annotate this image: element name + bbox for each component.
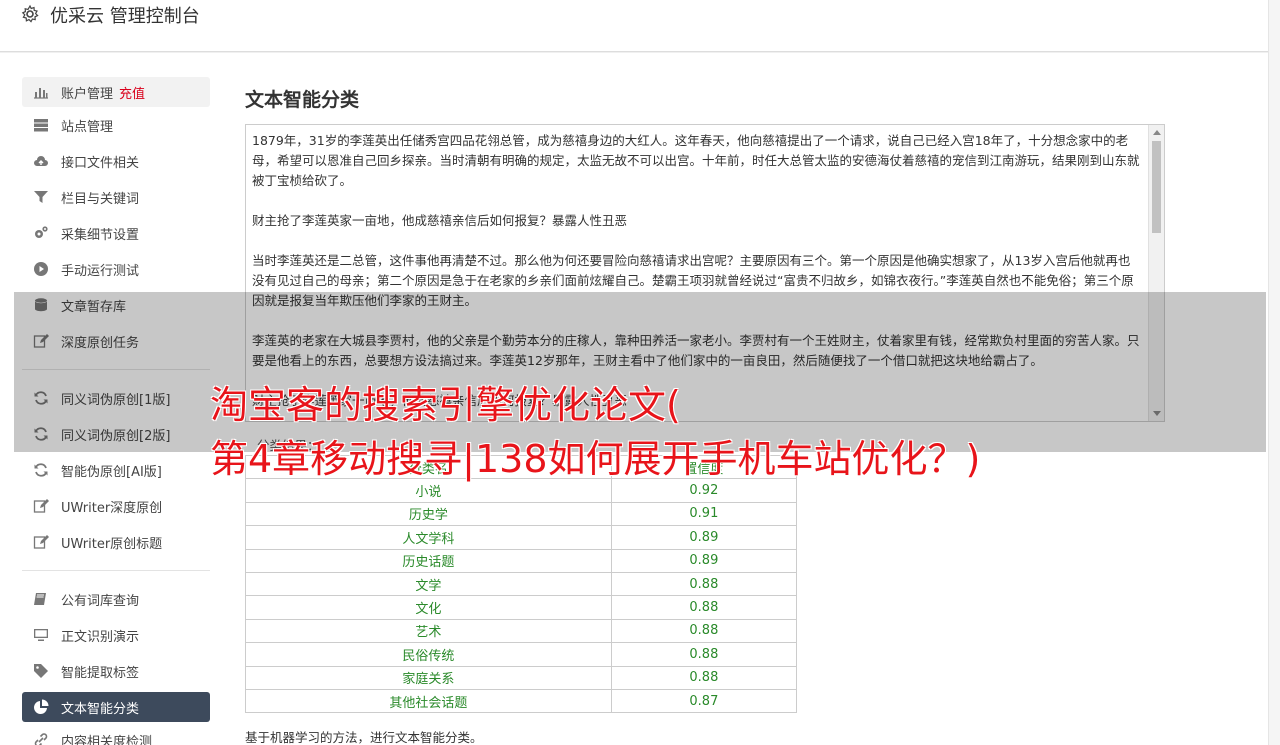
sidebar-item-label: 手动运行测试 — [61, 263, 140, 279]
sidebar-item-label: 正文识别演示 — [61, 629, 140, 645]
sidebar-item-label: 账户管理 — [61, 86, 114, 102]
play-circle-icon — [32, 261, 50, 277]
sidebar-item-label: 智能伪原创[AI版] — [61, 464, 162, 480]
scroll-thumb[interactable] — [1152, 141, 1161, 233]
confidence-cell: 0.88 — [610, 642, 798, 667]
monitor-icon — [32, 627, 50, 643]
pie-chart-icon — [32, 699, 50, 715]
table-row: 文学 0.88 — [245, 571, 798, 597]
footnote-text: 基于机器学习的方法，进行文本智能分类。 — [245, 730, 483, 745]
sidebar-item-g1-2[interactable]: 接口文件相关 — [22, 143, 210, 179]
cloud-upload-icon — [32, 153, 50, 169]
sidebar-item-g3-2[interactable]: 智能提取标签 — [22, 653, 210, 689]
main-panel: 文本智能分类 1879年，31岁的李莲英出任储秀宫四品花翎总管，成为慈禧身边的大… — [245, 85, 1165, 745]
sidebar-item-label: 内容相关度检测 — [61, 734, 153, 745]
link-icon — [32, 732, 50, 745]
sidebar-item-label: UWriter原创标题 — [61, 536, 163, 552]
table-row: 人文学科 0.89 — [245, 525, 798, 550]
confidence-cell: 0.89 — [610, 548, 798, 573]
sidebar-divider — [22, 570, 210, 571]
sidebar-item-label: 站点管理 — [61, 119, 114, 135]
confidence-cell: 0.88 — [610, 571, 798, 597]
book-icon — [32, 591, 50, 607]
sidebar-item-label: 智能提取标签 — [61, 665, 140, 681]
category-cell: 人文学科 — [245, 525, 612, 550]
gears-icon — [32, 225, 50, 241]
text-paragraph: 1879年，31岁的李莲英出任储秀宫四品花翎总管，成为慈禧身边的大红人。这年春天… — [252, 133, 1140, 188]
sidebar-item-label: 采集细节设置 — [61, 227, 140, 243]
top-header: 优采云 管理控制台 — [0, 0, 1268, 52]
overlay-line-2: 第4章移动搜寻|138如何展开手机车站优化？) — [210, 437, 981, 481]
sidebar-item-g1-4[interactable]: 采集细节设置 — [22, 215, 210, 251]
category-cell: 民俗传统 — [245, 642, 612, 667]
table-row: 文化 0.88 — [245, 595, 798, 620]
gear-icon[interactable] — [20, 4, 40, 24]
page-scrollbar[interactable] — [1268, 0, 1280, 745]
table-row: 其他社会话题 0.87 — [245, 688, 798, 714]
confidence-cell: 0.89 — [610, 525, 798, 550]
app-title: 优采云 管理控制台 — [50, 6, 200, 27]
table-row: 历史话题 0.89 — [245, 548, 798, 573]
category-cell: 历史学 — [245, 501, 612, 527]
sidebar-item-g1-0[interactable]: 账户管理 充值 — [22, 77, 210, 107]
category-cell: 历史话题 — [245, 548, 612, 573]
sidebar-item-label: 栏目与关键词 — [61, 191, 140, 207]
edit-icon — [32, 534, 50, 550]
recharge-link[interactable]: 充值 — [119, 83, 145, 102]
table-row: 家庭关系 0.88 — [245, 665, 798, 690]
category-cell: 家庭关系 — [245, 665, 612, 690]
table-row: 民俗传统 0.88 — [245, 642, 798, 667]
tag-icon — [32, 663, 50, 679]
sidebar-item-g1-3[interactable]: 栏目与关键词 — [22, 179, 210, 215]
sidebar-item-g1-1[interactable]: 站点管理 — [22, 107, 210, 143]
sidebar-item-label: 文本智能分类 — [61, 701, 140, 717]
bar-chart-icon — [32, 84, 50, 100]
table-row: 艺术 0.88 — [245, 618, 798, 644]
category-cell: 文化 — [245, 595, 612, 620]
server-icon — [32, 117, 50, 133]
category-cell: 其他社会话题 — [245, 688, 612, 714]
filter-icon — [32, 189, 50, 205]
overlay-headline: 淘宝客的搜索引擎优化论文( 第4章移动搜寻|138如何展开手机车站优化？) — [210, 378, 1110, 486]
sidebar-item-label: 公有词库查询 — [61, 593, 140, 609]
scroll-up-arrow-icon[interactable] — [1153, 130, 1161, 135]
sidebar-item-label: UWriter深度原创 — [61, 500, 163, 516]
sidebar-item-g3-0[interactable]: 公有词库查询 — [22, 581, 210, 617]
page-title: 文本智能分类 — [245, 89, 360, 111]
confidence-cell: 0.87 — [610, 688, 798, 714]
sidebar-item-g2-2[interactable]: 智能伪原创[AI版] — [22, 452, 210, 488]
sidebar-item-g3-4[interactable]: 内容相关度检测 — [22, 722, 210, 745]
sidebar-item-g2-4[interactable]: UWriter原创标题 — [22, 524, 210, 560]
edit-icon — [32, 498, 50, 514]
confidence-cell: 0.88 — [610, 595, 798, 620]
sidebar-item-label: 接口文件相关 — [61, 155, 140, 171]
refresh-icon — [32, 462, 50, 478]
confidence-cell: 0.88 — [610, 618, 798, 644]
text-paragraph: 财主抢了李莲英家一亩地，他成慈禧亲信后如何报复？暴露人性丑恶 — [252, 213, 628, 228]
confidence-cell: 0.88 — [610, 665, 798, 690]
sidebar-item-g3-3[interactable]: 文本智能分类 — [22, 692, 210, 722]
sidebar-item-g3-1[interactable]: 正文识别演示 — [22, 617, 210, 653]
sidebar-item-g2-3[interactable]: UWriter深度原创 — [22, 488, 210, 524]
overlay-line-1: 淘宝客的搜索引擎优化论文( — [210, 383, 681, 427]
sidebar-item-g1-5[interactable]: 手动运行测试 — [22, 251, 210, 287]
table-row: 历史学 0.91 — [245, 501, 798, 527]
confidence-cell: 0.91 — [610, 501, 798, 527]
category-cell: 文学 — [245, 571, 612, 597]
category-cell: 艺术 — [245, 618, 612, 644]
classification-table: 分类名 置信度 小说 0.92 历史学 0.91 人文学科 0.89 历史话题 0.89 文学 0… — [245, 454, 798, 714]
